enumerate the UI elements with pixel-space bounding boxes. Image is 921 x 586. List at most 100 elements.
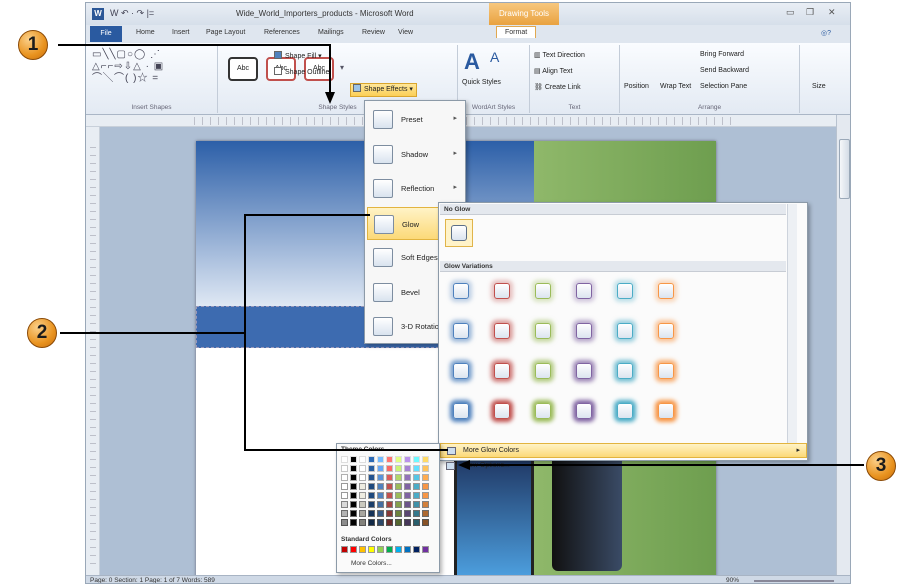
tab-file[interactable]: File: [90, 26, 122, 42]
color-swatch[interactable]: [404, 456, 411, 463]
color-swatch[interactable]: [395, 492, 402, 499]
color-swatch[interactable]: [368, 483, 375, 490]
color-swatch[interactable]: [422, 546, 429, 553]
color-swatch[interactable]: [350, 474, 357, 481]
color-swatch[interactable]: [377, 456, 384, 463]
wordart-a-icon[interactable]: A: [464, 49, 480, 75]
selection-pane-button[interactable]: Selection Pane: [700, 83, 747, 90]
color-swatch[interactable]: [350, 483, 357, 490]
color-swatch[interactable]: [422, 483, 429, 490]
glow-variation-swatch[interactable]: [535, 403, 551, 419]
glow-variation-swatch[interactable]: [453, 403, 469, 419]
send-backward-button[interactable]: Send Backward: [700, 67, 749, 74]
color-swatch[interactable]: [413, 492, 420, 499]
color-swatch[interactable]: [368, 465, 375, 472]
color-swatch[interactable]: [341, 465, 348, 472]
color-swatch[interactable]: [377, 492, 384, 499]
color-swatch[interactable]: [422, 501, 429, 508]
effects-item-preset[interactable]: Preset ▸: [367, 103, 463, 136]
glow-variation-swatch[interactable]: [576, 323, 592, 339]
tab-references[interactable]: References: [264, 29, 300, 36]
tab-page-layout[interactable]: Page Layout: [206, 29, 245, 36]
color-swatch[interactable]: [341, 456, 348, 463]
glow-variation-swatch[interactable]: [576, 283, 592, 299]
color-swatch[interactable]: [413, 465, 420, 472]
color-swatch[interactable]: [422, 474, 429, 481]
word-app-icon[interactable]: W: [92, 8, 104, 20]
submenu-scrollbar[interactable]: [787, 204, 797, 444]
restore-icon[interactable]: ❐: [806, 7, 814, 18]
create-link-button[interactable]: ⛓ Create Link: [534, 83, 581, 91]
shape-effects-button[interactable]: Shape Effects ▾: [350, 83, 417, 97]
color-swatch[interactable]: [368, 501, 375, 508]
vertical-scrollbar[interactable]: [836, 115, 850, 575]
scroll-thumb[interactable]: [839, 139, 850, 199]
gallery-more-icon[interactable]: ▾: [340, 63, 344, 72]
zoom-slider[interactable]: [754, 580, 834, 582]
color-swatch[interactable]: [404, 483, 411, 490]
color-swatch[interactable]: [341, 501, 348, 508]
color-swatch[interactable]: [368, 519, 375, 526]
color-swatch[interactable]: [350, 456, 357, 463]
shape-fill-button[interactable]: Shape Fill ▾: [274, 51, 322, 63]
color-swatch[interactable]: [386, 474, 393, 481]
color-swatch[interactable]: [350, 492, 357, 499]
glow-variation-swatch[interactable]: [617, 323, 633, 339]
color-swatch[interactable]: [386, 546, 393, 553]
align-text-button[interactable]: ▤ Align Text: [534, 67, 572, 75]
color-swatch[interactable]: [377, 474, 384, 481]
help-icon[interactable]: ◎?: [821, 29, 831, 37]
color-swatch[interactable]: [395, 510, 402, 517]
color-swatch[interactable]: [359, 546, 366, 553]
color-swatch[interactable]: [422, 519, 429, 526]
color-swatch[interactable]: [368, 492, 375, 499]
effects-item-shadow[interactable]: Shadow ▸: [367, 138, 463, 171]
glow-variation-swatch[interactable]: [617, 283, 633, 299]
color-swatch[interactable]: [404, 501, 411, 508]
color-swatch[interactable]: [413, 546, 420, 553]
tab-view[interactable]: View: [398, 29, 413, 36]
color-swatch[interactable]: [377, 501, 384, 508]
glow-variation-swatch[interactable]: [658, 403, 674, 419]
color-swatch[interactable]: [359, 492, 366, 499]
color-swatch[interactable]: [350, 501, 357, 508]
tab-insert[interactable]: Insert: [172, 29, 190, 36]
shape-outline-button[interactable]: Shape Outline: [274, 67, 329, 79]
glow-variation-swatch[interactable]: [617, 403, 633, 419]
zoom-level[interactable]: 90%: [726, 576, 739, 583]
glow-variation-swatch[interactable]: [535, 323, 551, 339]
color-swatch[interactable]: [413, 510, 420, 517]
color-swatch[interactable]: [404, 546, 411, 553]
glow-variation-swatch[interactable]: [617, 363, 633, 379]
glow-variation-swatch[interactable]: [535, 283, 551, 299]
color-swatch[interactable]: [341, 546, 348, 553]
size-button[interactable]: Size: [812, 83, 826, 90]
color-swatch[interactable]: [386, 510, 393, 517]
effects-item-reflection[interactable]: Reflection ▸: [367, 172, 463, 205]
color-swatch[interactable]: [395, 474, 402, 481]
close-icon[interactable]: ✕: [828, 7, 836, 18]
color-swatch[interactable]: [350, 546, 357, 553]
color-swatch[interactable]: [386, 465, 393, 472]
color-swatch[interactable]: [341, 519, 348, 526]
glow-options-item[interactable]: Glow Options...: [440, 459, 807, 474]
color-swatch[interactable]: [350, 465, 357, 472]
glow-variation-swatch[interactable]: [453, 323, 469, 339]
color-swatch[interactable]: [368, 546, 375, 553]
color-swatch[interactable]: [359, 483, 366, 490]
color-swatch[interactable]: [359, 465, 366, 472]
color-swatch[interactable]: [395, 519, 402, 526]
tab-home[interactable]: Home: [136, 29, 155, 36]
tab-review[interactable]: Review: [362, 29, 385, 36]
color-swatch[interactable]: [350, 519, 357, 526]
shapes-gallery[interactable]: ▭╲╲▢○◯ ⋰ △⌐⌐⇨⇩△ · ▣ ⌒╲⌒( )☆ =: [92, 49, 164, 85]
color-swatch[interactable]: [413, 456, 420, 463]
color-swatch[interactable]: [404, 474, 411, 481]
quick-access-toolbar[interactable]: W ↶ · ↷ |=: [110, 8, 154, 19]
glow-variation-swatch[interactable]: [576, 363, 592, 379]
color-swatch[interactable]: [341, 510, 348, 517]
text-direction-button[interactable]: ▥ Text Direction: [534, 51, 585, 59]
color-swatch[interactable]: [341, 483, 348, 490]
position-button[interactable]: Position: [624, 83, 649, 90]
glow-variation-swatch[interactable]: [453, 283, 469, 299]
